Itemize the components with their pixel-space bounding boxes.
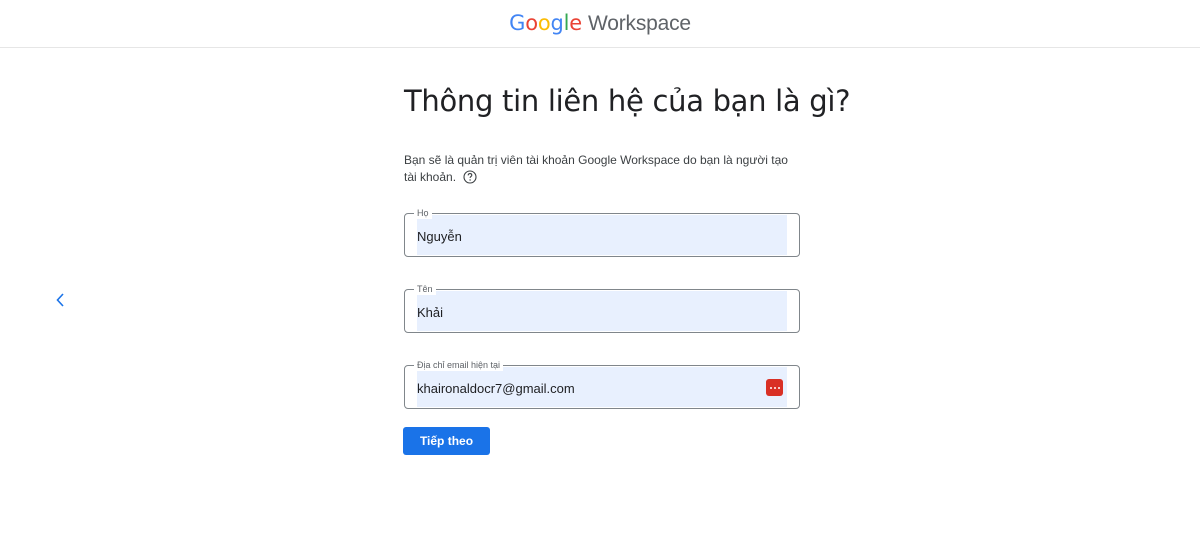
back-button[interactable] [50,290,70,310]
logo-letter: G [509,11,526,35]
password-manager-icon[interactable] [766,379,783,396]
top-bar: Google Workspace [0,0,1200,48]
chevron-left-icon [56,293,64,307]
email-label: Địa chỉ email hiện tại [414,359,504,371]
first-name-input[interactable] [417,298,777,326]
logo-letter: o [525,11,538,35]
email-input[interactable] [417,374,777,402]
last-name-input[interactable] [417,222,777,250]
page-title: Thông tin liên hệ của bạn là gì? [404,84,851,118]
logo-letter: g [550,11,564,35]
last-name-field[interactable]: Họ [404,207,800,257]
logo-letter: o [537,11,551,35]
logo-letter: e [569,11,583,35]
next-button[interactable]: Tiếp theo [403,427,490,455]
help-circle-icon[interactable] [463,170,477,184]
first-name-label: Tên [414,283,436,295]
email-field[interactable]: Địa chỉ email hiện tại [404,359,800,409]
google-wordmark: Google [509,11,582,36]
workspace-wordmark: Workspace [588,12,691,35]
description-text: Bạn sẽ là quản trị viên tài khoản Google… [404,153,788,184]
last-name-label: Họ [414,207,432,219]
first-name-field[interactable]: Tên [404,283,800,333]
contact-info-form-section: Thông tin liên hệ của bạn là gì? Bạn sẽ … [403,84,851,455]
google-workspace-logo: Google Workspace [509,11,691,36]
page-description: Bạn sẽ là quản trị viên tài khoản Google… [404,152,800,186]
